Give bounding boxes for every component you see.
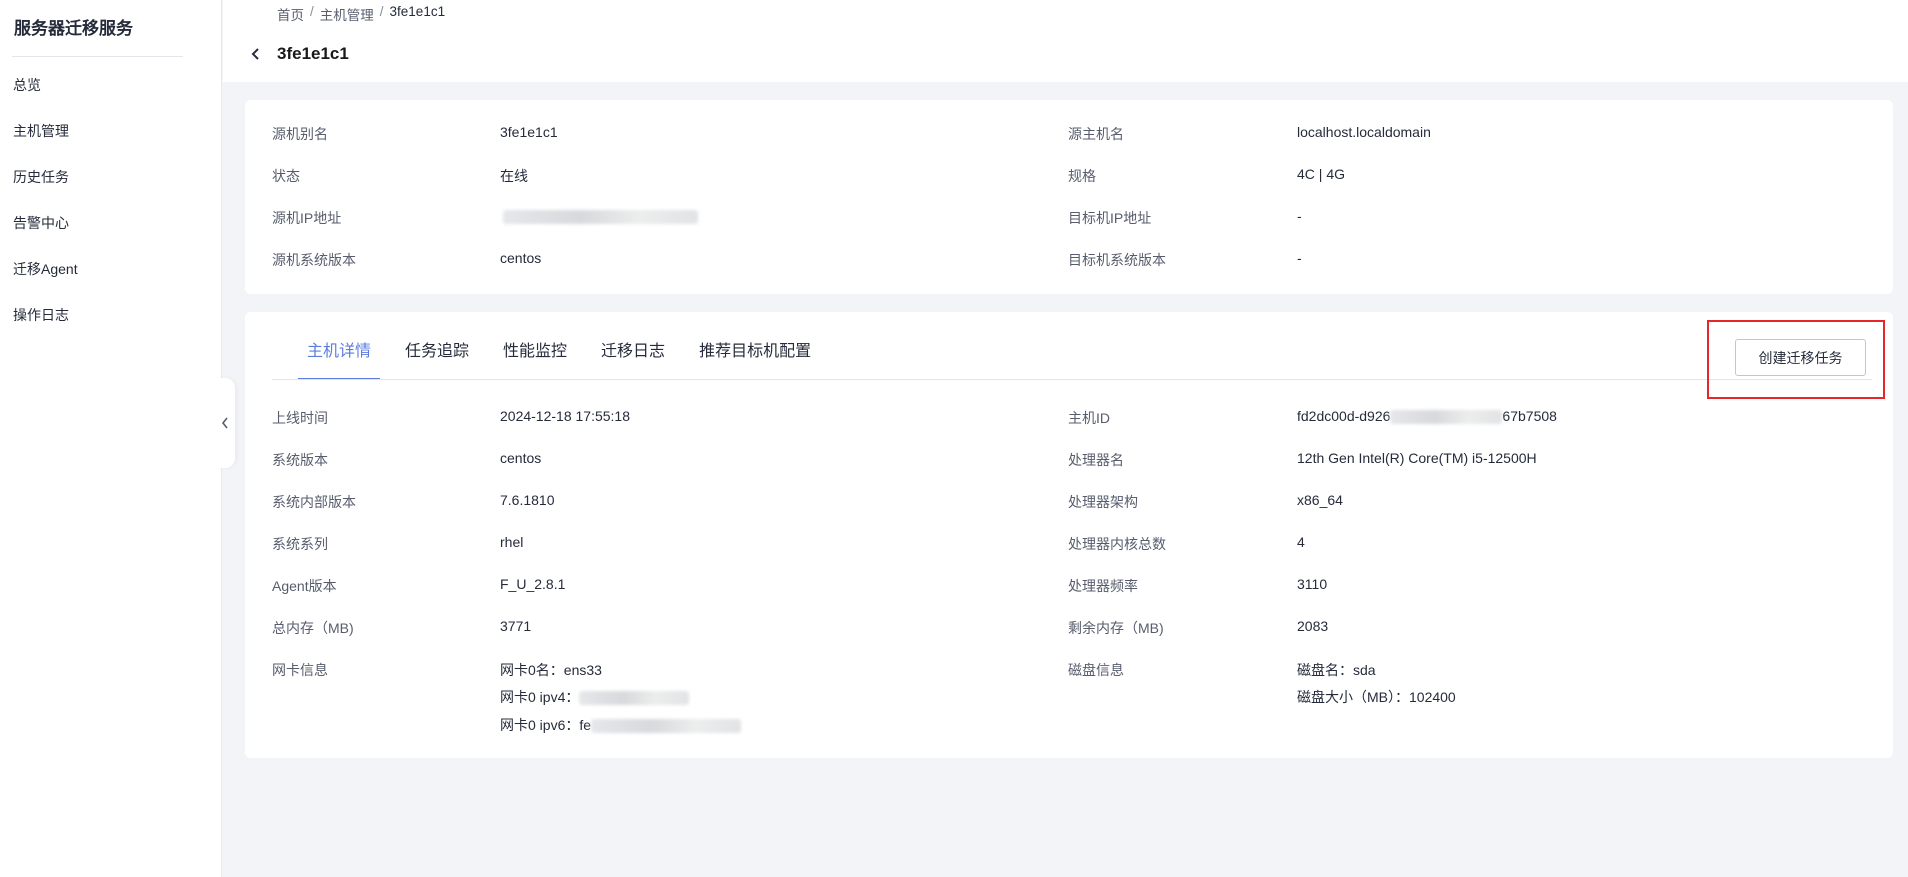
breadcrumb-current: 3fe1e1c1 bbox=[389, 4, 446, 19]
agent-version-value: F_U_2.8.1 bbox=[500, 576, 566, 592]
os-internal-version-value: 7.6.1810 bbox=[500, 492, 555, 508]
breadcrumb-separator: / bbox=[379, 4, 384, 19]
spec-label: 规格 bbox=[1068, 168, 1096, 184]
nic0-ipv6: 网卡0 ipv6：fe bbox=[500, 715, 742, 735]
sidebar: 服务器迁移服务 总览 主机管理 历史任务 告警中心 迁移Agent 操作日志 bbox=[0, 0, 222, 877]
total-memory-value: 3771 bbox=[500, 618, 532, 634]
total-memory-label: 总内存（MB) bbox=[272, 620, 354, 636]
source-alias-label: 源机别名 bbox=[272, 126, 328, 142]
os-family-value: rhel bbox=[500, 534, 524, 550]
nic0-name: 网卡0名：ens33 bbox=[500, 662, 602, 678]
tabs-divider bbox=[272, 379, 1872, 380]
processor-frequency-label: 处理器频率 bbox=[1068, 578, 1138, 594]
tab-host-details[interactable]: 主机详情 bbox=[298, 336, 381, 380]
nic0-ipv6-label: 网卡0 ipv6：fe bbox=[500, 717, 592, 733]
tab-task-tracking[interactable]: 任务追踪 bbox=[396, 336, 478, 380]
target-os-value: - bbox=[1297, 250, 1302, 266]
agent-version-label: Agent版本 bbox=[272, 578, 337, 594]
page-title: 3fe1e1c1 bbox=[277, 44, 349, 63]
free-memory-label: 剩余内存（MB) bbox=[1068, 620, 1164, 636]
redacted-value bbox=[591, 719, 742, 734]
redacted-value bbox=[579, 691, 690, 706]
online-time-value: 2024-12-18 17:55:18 bbox=[500, 408, 630, 424]
processor-cores-value: 4 bbox=[1297, 534, 1305, 550]
target-os-label: 目标机系统版本 bbox=[1068, 252, 1166, 268]
target-ip-value: - bbox=[1297, 208, 1302, 224]
spec-value: 4C | 4G bbox=[1297, 166, 1345, 182]
sidebar-collapse-button[interactable] bbox=[215, 378, 235, 468]
os-version-value: centos bbox=[500, 450, 542, 466]
processor-name-value: 12th Gen Intel(R) Core(TM) i5-12500H bbox=[1297, 450, 1537, 466]
host-detail-card: 主机详情 任务追踪 性能监控 迁移日志 推荐目标机配置 上线时间 2024-12… bbox=[245, 312, 1893, 758]
nic0-ipv4-label: 网卡0 ipv4： bbox=[500, 689, 580, 705]
tab-recommended-target-config[interactable]: 推荐目标机配置 bbox=[690, 336, 820, 380]
source-ip-value bbox=[503, 208, 698, 225]
sidebar-item-alarm-center[interactable]: 告警中心 bbox=[0, 204, 221, 250]
breadcrumb-host-management[interactable]: 主机管理 bbox=[320, 4, 374, 24]
processor-frequency-value: 3110 bbox=[1297, 576, 1328, 592]
back-chevron-left-icon[interactable] bbox=[246, 44, 266, 64]
sidebar-item-overview[interactable]: 总览 bbox=[0, 66, 221, 112]
sidebar-item-history-tasks[interactable]: 历史任务 bbox=[0, 158, 221, 204]
os-internal-version-label: 系统内部版本 bbox=[272, 494, 356, 510]
sidebar-item-host-management[interactable]: 主机管理 bbox=[0, 112, 221, 158]
source-os-label: 源机系统版本 bbox=[272, 252, 356, 268]
os-version-label: 系统版本 bbox=[272, 452, 328, 468]
page-header: 首页 / 主机管理 / 3fe1e1c1 3fe1e1c1 bbox=[223, 0, 1908, 82]
source-alias-value: 3fe1e1c1 bbox=[500, 124, 558, 140]
redacted-value bbox=[1390, 410, 1503, 425]
status-value: 在线 bbox=[500, 168, 528, 184]
source-ip-label: 源机IP地址 bbox=[272, 210, 342, 226]
processor-cores-label: 处理器内核总数 bbox=[1068, 536, 1166, 552]
redacted-value bbox=[503, 210, 698, 225]
breadcrumb-separator: / bbox=[310, 4, 314, 19]
disk-size: 磁盘大小（MB）：102400 bbox=[1297, 689, 1456, 705]
host-id-label: 主机ID bbox=[1068, 410, 1110, 426]
sidebar-divider bbox=[12, 56, 183, 57]
sidebar-item-migration-agent[interactable]: 迁移Agent bbox=[0, 250, 221, 296]
source-os-value: centos bbox=[500, 250, 542, 266]
processor-name-label: 处理器名 bbox=[1068, 452, 1124, 468]
create-migration-task-button[interactable]: 创建迁移任务 bbox=[1735, 339, 1866, 376]
status-label: 状态 bbox=[272, 168, 300, 184]
online-time-label: 上线时间 bbox=[272, 410, 328, 426]
chevron-left-icon bbox=[221, 417, 228, 429]
tab-performance-monitoring[interactable]: 性能监控 bbox=[494, 336, 576, 380]
host-id-suffix: 67b7508 bbox=[1502, 408, 1557, 424]
free-memory-value: 2083 bbox=[1297, 618, 1329, 634]
processor-arch-value: x86_64 bbox=[1297, 492, 1343, 508]
sidebar-nav: 总览 主机管理 历史任务 告警中心 迁移Agent 操作日志 bbox=[0, 66, 221, 342]
breadcrumb: 首页 / 主机管理 / 3fe1e1c1 bbox=[277, 4, 445, 24]
disk-info-label: 磁盘信息 bbox=[1068, 662, 1124, 678]
sidebar-item-operation-log[interactable]: 操作日志 bbox=[0, 296, 221, 342]
app-title: 服务器迁移服务 bbox=[14, 19, 133, 38]
source-hostname-label: 源主机名 bbox=[1068, 126, 1124, 142]
breadcrumb-home[interactable]: 首页 bbox=[277, 4, 304, 24]
disk-name: 磁盘名：sda bbox=[1297, 662, 1376, 678]
tab-migration-log[interactable]: 迁移日志 bbox=[592, 336, 674, 380]
host-summary-card: 源机别名 3fe1e1c1 状态 在线 源机IP地址 源机系统版本 centos… bbox=[245, 100, 1893, 294]
os-family-label: 系统系列 bbox=[272, 536, 328, 552]
detail-tabs: 主机详情 任务追踪 性能监控 迁移日志 推荐目标机配置 bbox=[298, 336, 836, 380]
nic-info-label: 网卡信息 bbox=[272, 662, 328, 678]
host-id-value: fd2dc00d-d926 67b7508 bbox=[1297, 408, 1557, 425]
target-ip-label: 目标机IP地址 bbox=[1068, 210, 1152, 226]
source-hostname-value: localhost.localdomain bbox=[1297, 124, 1431, 140]
processor-arch-label: 处理器架构 bbox=[1068, 494, 1138, 510]
nic0-ipv4: 网卡0 ipv4： bbox=[500, 687, 690, 707]
host-id-prefix: fd2dc00d-d926 bbox=[1297, 408, 1391, 424]
